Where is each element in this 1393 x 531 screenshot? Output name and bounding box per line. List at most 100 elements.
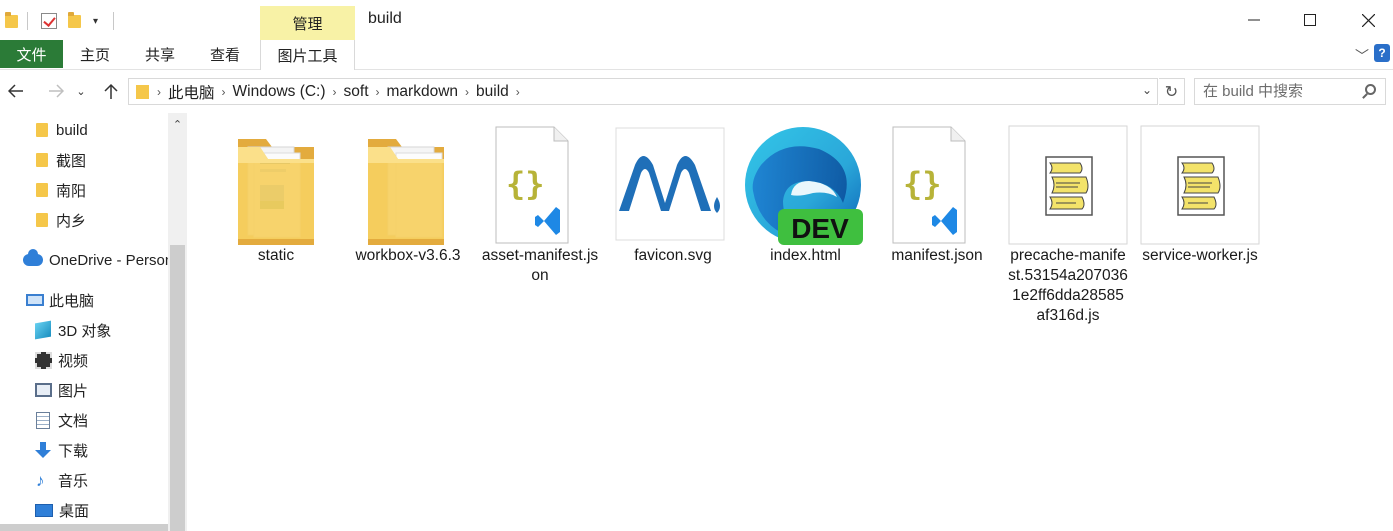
navigation-scrollbar[interactable]: ⌃	[168, 113, 187, 531]
desktop-icon	[35, 503, 53, 517]
tab-file[interactable]: 文件	[0, 40, 63, 68]
file-name: asset-manifest.json	[481, 247, 599, 284]
scrollbar-thumb[interactable]	[170, 245, 185, 531]
maximize-button[interactable]	[1287, 0, 1333, 40]
edge-dev-badge: DEV	[791, 213, 849, 244]
title-separator	[113, 11, 114, 31]
nav-item-documents[interactable]: 文档	[36, 406, 88, 434]
address-folder-icon	[136, 84, 149, 99]
address-bar[interactable]: › 此电脑 › Windows (C:) › soft › markdown ›…	[128, 78, 1158, 105]
close-button[interactable]	[1345, 0, 1391, 40]
file-item[interactable]: DEV index.html	[743, 125, 868, 266]
file-item[interactable]: precache-manifest.53154a2070361e2ff6dda2…	[1008, 125, 1128, 326]
nav-item-nanyang[interactable]: 南阳	[36, 176, 86, 204]
expand-ribbon-chevron-icon[interactable]: ﹀	[1355, 46, 1369, 66]
quick-access-separator	[27, 11, 28, 31]
computer-icon	[26, 294, 44, 306]
window-title: build	[368, 10, 402, 27]
forward-arrow-icon	[49, 84, 64, 98]
help-icon[interactable]: ?	[1374, 44, 1390, 62]
chevron-right-icon[interactable]: ›	[465, 85, 469, 99]
folder-icon	[36, 183, 48, 197]
picture-icon	[35, 383, 52, 397]
file-name: service-worker.js	[1142, 247, 1258, 264]
app-folder-icon	[5, 11, 18, 31]
tab-view[interactable]: 查看	[200, 40, 250, 68]
file-item[interactable]: {} asset-manifest.json	[480, 125, 600, 286]
file-name: precache-manifest.53154a2070361e2ff6dda2…	[1008, 247, 1128, 324]
scroll-up-arrow-icon[interactable]: ⌃	[168, 113, 187, 135]
folder-icon	[36, 123, 48, 137]
file-item[interactable]: workbox-v3.6.3	[348, 125, 468, 266]
nav-item-build[interactable]: build	[36, 116, 88, 144]
horizontal-scrollbar-thumb[interactable]	[0, 524, 168, 531]
navigation-pane: build 截图 南阳 内乡 OneDrive - Personal 此电脑 3…	[0, 113, 187, 531]
breadcrumb-soft[interactable]: soft	[344, 83, 369, 101]
up-arrow-icon	[104, 83, 118, 99]
file-item[interactable]: service-worker.js	[1140, 125, 1260, 266]
nav-item-neixiang[interactable]: 内乡	[36, 206, 86, 234]
music-note-icon: ♪	[36, 470, 45, 490]
onedrive-cloud-icon	[23, 249, 43, 266]
script-file-icon	[1008, 125, 1128, 245]
recent-locations-dropdown[interactable]: ⌄	[74, 80, 88, 102]
file-item[interactable]: static	[216, 125, 336, 266]
nav-item-3d-objects[interactable]: 3D 对象	[35, 316, 111, 344]
minimize-button[interactable]	[1231, 0, 1277, 40]
manage-context-tab[interactable]: 管理	[260, 6, 355, 40]
chevron-right-icon[interactable]: ›	[222, 85, 226, 99]
folder-icon	[36, 153, 48, 167]
back-button[interactable]	[5, 80, 27, 102]
chevron-right-icon[interactable]: ›	[333, 85, 337, 99]
nav-item-screenshots[interactable]: 截图	[36, 146, 86, 174]
json-file-icon: {}	[877, 125, 997, 245]
tab-home[interactable]: 主页	[70, 40, 120, 68]
file-item[interactable]: {} manifest.json	[877, 125, 997, 266]
file-item[interactable]: favicon.svg	[613, 125, 733, 266]
address-history-dropdown-icon[interactable]: ⌄	[1142, 83, 1152, 97]
chevron-right-icon[interactable]: ›	[157, 85, 161, 99]
nav-item-videos[interactable]: 视频	[35, 346, 88, 374]
breadcrumb-drive-c[interactable]: Windows (C:)	[233, 83, 326, 101]
nav-item-desktop[interactable]: 桌面	[35, 496, 89, 524]
tab-share[interactable]: 共享	[135, 40, 185, 68]
search-box[interactable]	[1194, 78, 1386, 105]
nav-item-downloads[interactable]: 下载	[35, 436, 88, 464]
svg-thumbnail	[613, 125, 733, 245]
breadcrumb-this-pc[interactable]: 此电脑	[168, 81, 215, 103]
forward-button[interactable]	[45, 80, 67, 102]
folder-icon	[216, 125, 336, 247]
file-name: index.html	[770, 247, 841, 264]
breadcrumb-markdown[interactable]: markdown	[387, 83, 459, 101]
breadcrumb-build[interactable]: build	[476, 83, 509, 101]
folder-icon	[36, 213, 48, 227]
download-arrow-icon	[35, 441, 51, 459]
nav-item-music[interactable]: ♪ 音乐	[36, 466, 88, 494]
new-folder-icon[interactable]	[68, 11, 81, 31]
search-input[interactable]	[1195, 83, 1355, 100]
minimize-icon	[1248, 19, 1260, 21]
nav-item-this-pc[interactable]: 此电脑	[26, 286, 94, 314]
chevron-right-icon[interactable]: ›	[376, 85, 380, 99]
file-name: manifest.json	[891, 247, 983, 264]
title-bar: ▾ 管理 build	[0, 0, 1393, 40]
ribbon-tabs: 文件 主页 共享 查看 图片工具 ﹀ ?	[0, 40, 1393, 70]
folder-icon	[348, 125, 468, 247]
file-name: favicon.svg	[634, 247, 712, 264]
chevron-right-icon[interactable]: ›	[516, 85, 520, 99]
refresh-button[interactable]: ↻	[1159, 78, 1185, 105]
maximize-icon	[1304, 14, 1316, 26]
tab-picture-tools[interactable]: 图片工具	[260, 40, 355, 70]
properties-check-icon[interactable]	[41, 11, 57, 31]
search-icon[interactable]	[1365, 84, 1376, 95]
refresh-icon: ↻	[1164, 83, 1179, 101]
nav-item-pictures[interactable]: 图片	[35, 376, 88, 404]
3d-cube-icon	[35, 320, 51, 340]
up-button[interactable]	[100, 80, 122, 102]
svg-text:{}: {}	[506, 165, 545, 203]
customize-toolbar-dropdown[interactable]: ▾	[93, 11, 98, 31]
navigation-row: ⌄ › 此电脑 › Windows (C:) › soft › markdown…	[0, 71, 1393, 113]
edge-dev-icon: DEV	[743, 125, 868, 245]
svg-text:{}: {}	[903, 165, 942, 203]
nav-item-onedrive[interactable]: OneDrive - Personal	[23, 246, 168, 274]
